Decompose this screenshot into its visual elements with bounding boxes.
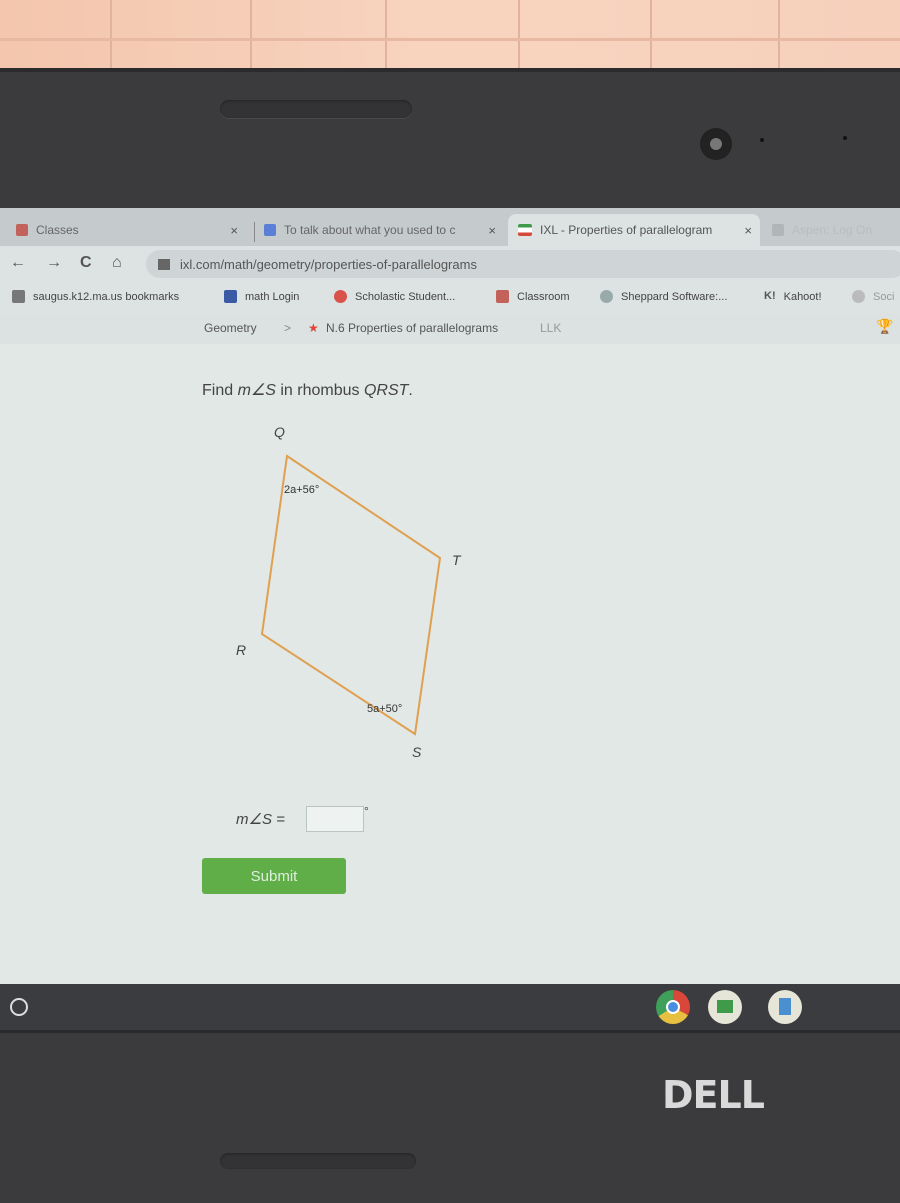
reload-button[interactable]: C (80, 254, 92, 272)
wall-grout (0, 38, 900, 41)
vertex-s-label: S (412, 744, 422, 760)
angle-s-label: 5a+50° (367, 703, 403, 715)
answer-label: m∠S = (236, 811, 285, 828)
bezel-slot (220, 100, 412, 118)
launcher-icon[interactable] (10, 998, 28, 1016)
sheppard-icon (600, 290, 613, 303)
screen: Classes × To talk about what you used to… (0, 208, 900, 1030)
bookmark-soci[interactable]: Soci (852, 290, 894, 303)
laptop-bezel-top (0, 68, 900, 214)
bookmark-classroom[interactable]: Classroom (496, 290, 570, 303)
angle-answer-input[interactable] (306, 806, 364, 832)
bookmark-folder-saugus[interactable]: saugus.k12.ma.us bookmarks (12, 290, 179, 303)
home-button[interactable]: ⌂ (112, 254, 122, 272)
tab-google-doc[interactable]: To talk about what you used to c × (264, 214, 504, 246)
indicator-light (760, 138, 764, 142)
classroom-board (717, 1000, 733, 1013)
close-tab-icon[interactable]: × (230, 223, 238, 238)
tab-title: IXL - Properties of parallelogram (540, 223, 713, 237)
aspen-icon (772, 224, 784, 236)
bookmark-math-login[interactable]: math Login (224, 290, 299, 303)
tab-classes[interactable]: Classes × (16, 214, 246, 246)
webcam-icon (700, 128, 732, 160)
tab-aspen[interactable]: Aspen: Log On (772, 214, 900, 246)
tab-title: Classes (36, 223, 79, 237)
dell-logo: DELL (662, 1073, 765, 1117)
bookmark-scholastic[interactable]: Scholastic Student... (334, 290, 455, 303)
address-bar[interactable]: ixl.com/math/geometry/properties-of-para… (146, 250, 900, 278)
scholastic-icon (334, 290, 347, 303)
chromeos-shelf (0, 984, 900, 1030)
breadcrumb-geometry[interactable]: Geometry (204, 321, 257, 335)
bookmark-label: math Login (245, 290, 300, 303)
star-icon: ★ (308, 321, 319, 335)
back-button[interactable]: ← (10, 254, 26, 272)
bookmarks-bar: saugus.k12.ma.us bookmarks math Login Sc… (0, 282, 900, 315)
bookmark-kahoot[interactable]: K! Kahoot! (764, 290, 822, 303)
file-glyph (779, 998, 791, 1015)
globe-icon (852, 290, 865, 303)
chrome-app-icon[interactable] (656, 990, 690, 1024)
tab-title: Aspen: Log On (792, 223, 873, 237)
tab-title: To talk about what you used to c (284, 223, 456, 237)
bookmark-sheppard[interactable]: Sheppard Software:... (600, 290, 727, 303)
breadcrumb: Geometry > ★ N.6 Properties of parallelo… (0, 314, 900, 345)
vertex-q-label: Q (274, 424, 285, 440)
chrome-center (666, 1000, 680, 1014)
tab-ixl[interactable]: IXL - Properties of parallelogram × (508, 214, 760, 246)
vertex-r-label: R (236, 642, 247, 658)
docs-icon (264, 224, 276, 236)
vertex-t-label: T (452, 552, 461, 568)
classroom-icon (496, 290, 509, 303)
trophy-icon[interactable]: 🏆 (876, 318, 893, 335)
degree-symbol: ° (364, 804, 369, 818)
ixl-icon (518, 224, 532, 236)
bookmark-label: Kahoot! (783, 290, 822, 303)
background-wall (0, 0, 900, 75)
rhombus-figure (260, 454, 442, 736)
bookmark-label: Classroom (517, 290, 570, 303)
question-area: Find m∠S in rhombus QRST. Q T R S 2a+56°… (0, 344, 900, 984)
url-text[interactable]: ixl.com/math/geometry/properties-of-para… (180, 257, 477, 272)
bookmark-label: saugus.k12.ma.us bookmarks (33, 290, 180, 303)
angle-q-label: 2a+56° (284, 484, 320, 496)
hinge (220, 1153, 416, 1169)
classroom-icon (16, 224, 28, 236)
folder-icon (12, 290, 25, 303)
rhombus-qrst (260, 454, 442, 736)
tab-bar: Classes × To talk about what you used to… (0, 208, 900, 246)
bookmark-label: Soci (873, 290, 895, 303)
forward-button[interactable]: → (46, 254, 62, 272)
indicator-light (843, 136, 847, 140)
breadcrumb-separator: > (284, 321, 292, 335)
breadcrumb-skill: N.6 Properties of parallelograms (326, 321, 499, 335)
page-info-icon[interactable] (158, 258, 170, 270)
bookmark-label: Sheppard Software:... (621, 290, 728, 303)
skill-code: LLK (540, 321, 562, 335)
tab-separator (254, 222, 255, 242)
files-app-icon[interactable] (768, 990, 802, 1024)
close-tab-icon[interactable]: × (744, 223, 752, 238)
close-tab-icon[interactable]: × (488, 223, 496, 238)
navigation-bar: ← → C ⌂ ixl.com/math/geometry/properties… (0, 246, 900, 282)
laptop-bezel-bottom: DELL (0, 1030, 900, 1203)
kahoot-icon: K! (764, 290, 776, 302)
classroom-app-icon[interactable] (708, 990, 742, 1024)
submit-button[interactable]: Submit (202, 858, 346, 894)
bookmark-label: Scholastic Student... (355, 290, 456, 303)
s-logo-icon (224, 290, 237, 303)
